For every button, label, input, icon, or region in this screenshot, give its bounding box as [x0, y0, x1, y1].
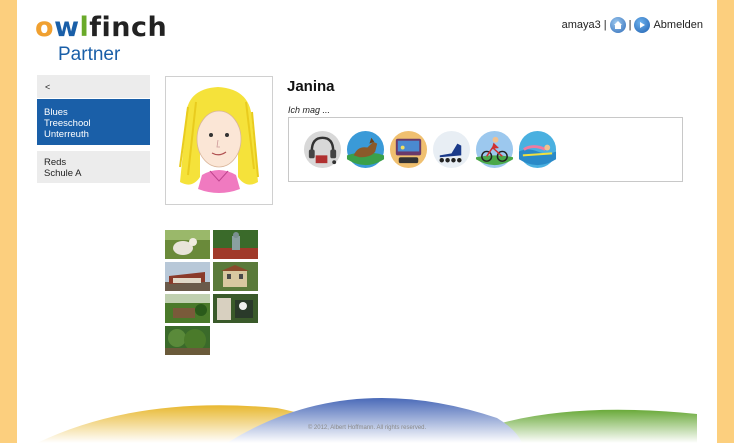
gallery-thumbnail[interactable] [165, 262, 210, 291]
video-game-icon [389, 130, 428, 169]
likes-heading: Ich mag ... [288, 105, 331, 115]
sidebar-item-label: Blues [44, 107, 68, 118]
logout-arrow-icon[interactable] [634, 17, 651, 33]
child-drawing-image [179, 87, 259, 193]
sidebar: < Blues Treeschool Unterreuth Reds Schul… [37, 75, 150, 183]
sidebar-item-label: Reds [44, 157, 67, 168]
music-headphones-icon [303, 130, 342, 169]
gallery-thumbnail[interactable] [165, 230, 210, 259]
separator: | [628, 19, 632, 31]
sidebar-item-blues[interactable]: Blues Treeschool Unterreuth [37, 99, 150, 145]
user-menu: amaya3 | | Abmelden [562, 17, 703, 33]
sidebar-item-label: Treeschool [44, 118, 91, 129]
gallery-thumbnail[interactable] [165, 326, 210, 355]
sidebar-item-reds[interactable]: Reds Schule A [37, 151, 150, 183]
profile-name: Janina [287, 78, 335, 95]
footer-hills [37, 398, 697, 443]
sidebar-item-label: Unterreuth [44, 129, 89, 140]
brand-logo[interactable]: owlfinch [35, 14, 167, 41]
likes-panel [288, 117, 683, 182]
home-icon[interactable] [609, 17, 626, 33]
photo-gallery [165, 230, 258, 355]
logo-letter: i [101, 12, 112, 43]
profile-portrait [165, 76, 273, 205]
logo-letter: l [79, 12, 90, 43]
logo-letter: w [54, 12, 80, 43]
dog-icon [346, 130, 385, 169]
logout-link[interactable]: Abmelden [653, 19, 703, 31]
page: owlfinch Partner amaya3 | | Abmelden < B… [17, 0, 717, 443]
gallery-thumbnail[interactable] [165, 294, 210, 323]
logo-letter: h [147, 12, 168, 43]
separator: | [603, 19, 607, 31]
username: amaya3 [561, 19, 601, 31]
gallery-thumbnail[interactable] [213, 262, 258, 291]
logo-letter: f [89, 12, 102, 43]
inline-skates-icon [432, 130, 471, 169]
gallery-thumbnail[interactable] [213, 230, 258, 259]
cycling-icon [475, 130, 514, 169]
brand-subtitle: Partner [58, 44, 121, 65]
logo-letter: n [111, 12, 132, 43]
swimming-icon [518, 130, 557, 169]
logo-letter: c [131, 12, 148, 43]
copyright-text: © 2012, Albert Hoffmann. All rights rese… [307, 425, 427, 431]
sidebar-item-label: Schule A [44, 168, 82, 179]
sidebar-back-button[interactable]: < [37, 75, 150, 98]
logo-letter: o [35, 12, 55, 43]
gallery-thumbnail[interactable] [213, 294, 258, 323]
